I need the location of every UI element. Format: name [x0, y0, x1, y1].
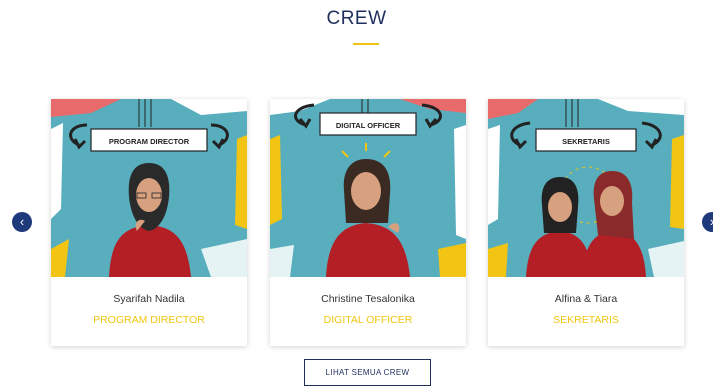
banner-label: DIGITAL OFFICER: [336, 121, 401, 130]
crew-photo: PROGRAM DIRECTOR: [51, 99, 247, 277]
crew-role: DIGITAL OFFICER: [323, 314, 413, 326]
crew-role: SEKRETARIS: [553, 314, 619, 326]
see-all-crew-button[interactable]: LIHAT SEMUA CREW: [304, 359, 431, 386]
crew-card-digital-officer[interactable]: DIGITAL OFFICER Christine Tesalonika DIG…: [270, 99, 466, 346]
title-underline: [353, 43, 379, 45]
crew-card-sekretaris[interactable]: SEKRETARIS Alfina & Tiara SEKRETARIS: [488, 99, 684, 346]
crew-photo: SEKRETARIS: [488, 99, 684, 277]
crew-section: CREW PROGRAM DIRECTOR Syarifah Nadila PR…: [0, 0, 713, 388]
crew-role: PROGRAM DIRECTOR: [93, 314, 205, 326]
crew-card-program-director[interactable]: PROGRAM DIRECTOR Syarifah Nadila PROGRAM…: [51, 99, 247, 346]
banner-label: PROGRAM DIRECTOR: [109, 137, 190, 146]
carousel-next-button[interactable]: ›: [702, 212, 713, 232]
crew-name: Alfina & Tiara: [554, 293, 618, 305]
chevron-left-icon: ‹: [19, 214, 25, 229]
crew-photo: DIGITAL OFFICER: [270, 99, 466, 277]
crew-name: Syarifah Nadila: [113, 293, 185, 305]
carousel-prev-button[interactable]: ‹: [12, 212, 32, 232]
section-title: CREW: [326, 8, 387, 29]
crew-name: Christine Tesalonika: [321, 293, 415, 305]
banner-label: SEKRETARIS: [562, 137, 610, 146]
